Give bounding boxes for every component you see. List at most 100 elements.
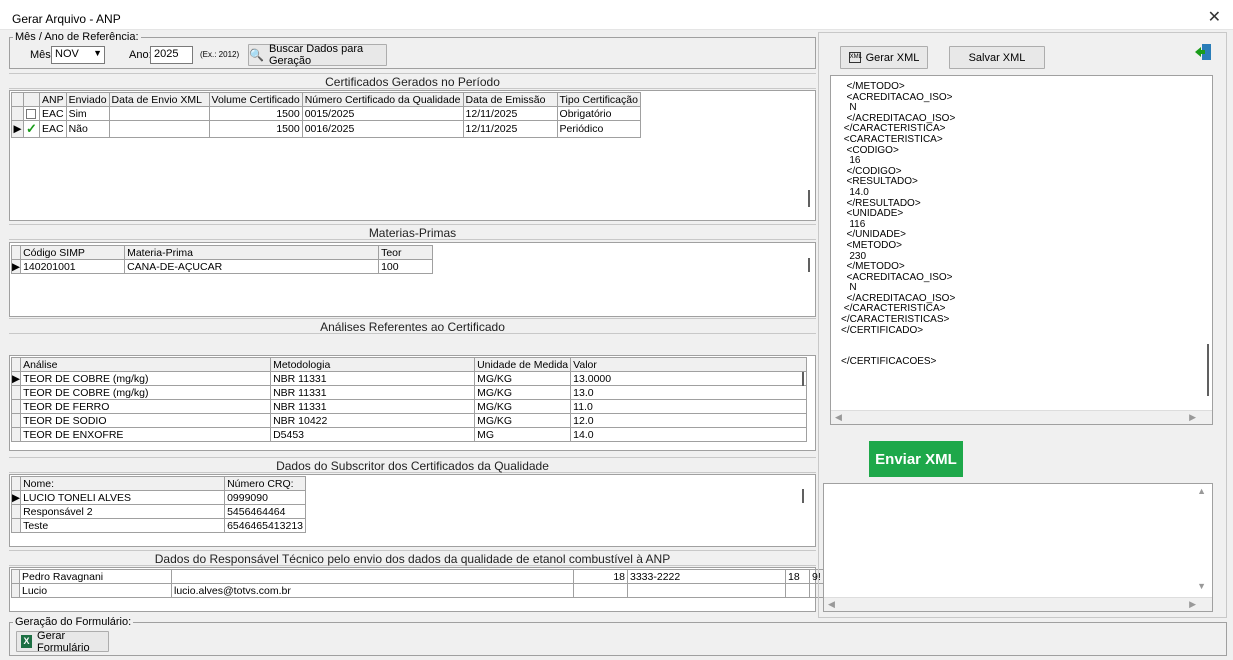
cell-ddd2[interactable] <box>785 583 810 598</box>
table-row[interactable]: ▶ 140201001 CANA-DE-AÇUCAR 100 <box>10 259 434 274</box>
col-header[interactable]: Materia-Prima <box>124 245 380 260</box>
col-header[interactable]: ANP <box>39 92 67 107</box>
row-indicator[interactable] <box>10 399 22 414</box>
enviar-xml-button[interactable]: Enviar XML <box>869 441 963 477</box>
col-header[interactable]: Metodologia <box>270 357 476 372</box>
cell-email[interactable] <box>171 569 574 584</box>
close-icon[interactable]: ✕ <box>1208 7 1221 27</box>
table-row[interactable]: TEOR DE FERRO NBR 11331 MG/KG 11.0 <box>10 399 808 414</box>
cell-valor[interactable]: 11.0 <box>570 399 808 414</box>
cell-crq[interactable]: 5456464464 <box>224 504 306 519</box>
cell-volume[interactable]: 1500 <box>208 106 303 121</box>
chevron-down-icon[interactable]: ▼ <box>93 48 102 58</box>
col-header[interactable]: Número CRQ: <box>224 476 306 491</box>
cell-tipo[interactable]: Periódico <box>556 120 641 138</box>
cell-crq[interactable]: 0999090 <box>224 490 306 505</box>
table-row[interactable]: TEOR DE SODIO NBR 10422 MG/KG 12.0 <box>10 413 808 428</box>
cell-materia[interactable]: CANA-DE-AÇUCAR <box>124 259 380 274</box>
salvar-xml-button[interactable]: Salvar XML <box>949 46 1045 69</box>
table-row[interactable]: Lucio lucio.alves@totvs.com.br <box>11 583 824 598</box>
xml-scrollbar[interactable] <box>1207 344 1209 396</box>
cell-emissao[interactable]: 12/11/2025 <box>462 120 558 138</box>
col-header[interactable]: Unidade de Medida <box>474 357 572 372</box>
table-row[interactable]: TEOR DE ENXOFRE D5453 MG 14.0 <box>10 427 808 442</box>
cell-unidade[interactable]: MG/KG <box>474 385 572 400</box>
cell-metodologia[interactable]: NBR 11331 <box>270 371 476 386</box>
col-header[interactable]: Enviado <box>65 92 110 107</box>
cell-enviado[interactable]: Não <box>65 120 110 138</box>
col-header[interactable]: Data de Envio XML <box>108 92 210 107</box>
cell-metodologia[interactable]: NBR 11331 <box>270 385 476 400</box>
cell-nome[interactable]: Responsável 2 <box>20 504 226 519</box>
cell-analise[interactable]: TEOR DE FERRO <box>20 399 272 414</box>
ano-input[interactable]: 2025 <box>150 46 193 64</box>
cell-analise[interactable]: TEOR DE COBRE (mg/kg) <box>20 371 272 386</box>
cell-anp[interactable]: EAC <box>39 106 67 121</box>
cell-unidade[interactable]: MG/KG <box>474 371 572 386</box>
table-row[interactable]: ▶ ✓ EAC Não 1500 0016/2025 12/11/2025 Pe… <box>11 120 641 138</box>
col-header[interactable]: Valor <box>570 357 808 372</box>
row-indicator[interactable] <box>10 504 22 519</box>
row-indicator[interactable] <box>10 518 22 533</box>
cell-ddd2[interactable]: 18 <box>785 569 810 584</box>
cell-ddd[interactable] <box>573 583 628 598</box>
table-row[interactable]: Pedro Ravagnani 18 3333-2222 18 9! <box>11 569 824 584</box>
cell-valor[interactable]: 13.0000 <box>570 371 808 386</box>
certificados-scrollbar[interactable] <box>808 190 810 207</box>
cell-unidade[interactable]: MG/KG <box>474 399 572 414</box>
col-header[interactable]: Data de Emissão <box>462 92 558 107</box>
cell-metodologia[interactable]: NBR 10422 <box>270 413 476 428</box>
xml-preview[interactable]: </METODO> <ACREDITACAO_ISO> N </ACREDITA… <box>830 75 1213 425</box>
materias-scrollbar[interactable] <box>808 258 810 272</box>
xml-horizontal-scrollbar[interactable]: ◀ ▶ <box>831 410 1212 424</box>
row-checkbox[interactable] <box>23 106 40 121</box>
table-row[interactable]: EAC Sim 1500 0015/2025 12/11/2025 Obriga… <box>11 106 641 121</box>
table-row[interactable]: TEOR DE COBRE (mg/kg) NBR 11331 MG/KG 13… <box>10 385 808 400</box>
cell-volume[interactable]: 1500 <box>208 120 303 138</box>
gerar-formulario-button[interactable]: X Gerar Formulário <box>16 630 109 654</box>
cell-crq[interactable]: 6546465413213 <box>224 518 306 533</box>
log-horizontal-scrollbar[interactable]: ◀ ▶ <box>824 597 1212 611</box>
cell-nome[interactable]: Pedro Ravagnani <box>19 569 172 584</box>
cell-teor[interactable]: 100 <box>378 259 434 274</box>
cell-valor[interactable]: 14.0 <box>570 427 808 442</box>
cell-data-envio[interactable] <box>108 106 210 121</box>
cell-valor[interactable]: 12.0 <box>570 413 808 428</box>
col-header[interactable]: Número Certificado da Qualidade <box>301 92 464 107</box>
row-indicator[interactable] <box>10 427 22 442</box>
buscar-dados-button[interactable]: 🔍 Buscar Dados para Geração <box>248 43 387 67</box>
cell-ddd[interactable]: 18 <box>573 569 628 584</box>
cell-tipo[interactable]: Obrigatório <box>556 106 641 121</box>
cell-unidade[interactable]: MG/KG <box>474 413 572 428</box>
mes-select[interactable]: NOV ▼ <box>51 46 105 64</box>
analises-scrollbar[interactable] <box>802 372 804 386</box>
row-indicator[interactable] <box>11 583 20 598</box>
table-row[interactable]: Responsável 2 5456464464 <box>10 504 306 519</box>
cell-telefone[interactable]: 3333-2222 <box>627 569 786 584</box>
col-header[interactable]: Análise <box>20 357 272 372</box>
col-header[interactable]: Teor <box>378 245 434 260</box>
cell-anp[interactable]: EAC <box>39 120 67 138</box>
cell-enviado[interactable]: Sim <box>65 106 110 121</box>
table-row[interactable]: Teste 6546465413213 <box>10 518 306 533</box>
row-indicator[interactable] <box>10 385 22 400</box>
cell-numero[interactable]: 0016/2025 <box>301 120 464 138</box>
subscritor-scrollbar[interactable] <box>802 489 804 503</box>
cell-analise[interactable]: TEOR DE ENXOFRE <box>20 427 272 442</box>
col-header[interactable]: Código SIMP <box>20 245 126 260</box>
col-header[interactable]: Tipo Certificação <box>556 92 641 107</box>
cell-emissao[interactable]: 12/11/2025 <box>462 106 558 121</box>
exit-icon[interactable] <box>1194 43 1212 61</box>
cell-unidade[interactable]: MG <box>474 427 572 442</box>
checkmark-icon[interactable]: ✓ <box>23 120 40 138</box>
cell-metodologia[interactable]: D5453 <box>270 427 476 442</box>
cell-nome[interactable]: Teste <box>20 518 226 533</box>
log-output-panel[interactable]: ▲ ▼ ◀ ▶ <box>823 483 1213 612</box>
cell-analise[interactable]: TEOR DE SODIO <box>20 413 272 428</box>
table-row[interactable]: ▶ TEOR DE COBRE (mg/kg) NBR 11331 MG/KG … <box>10 371 808 386</box>
cell-nome[interactable]: Lucio <box>19 583 172 598</box>
cell-analise[interactable]: TEOR DE COBRE (mg/kg) <box>20 385 272 400</box>
cell-codigo[interactable]: 140201001 <box>20 259 126 274</box>
row-indicator[interactable] <box>11 106 24 121</box>
cell-email[interactable]: lucio.alves@totvs.com.br <box>171 583 574 598</box>
